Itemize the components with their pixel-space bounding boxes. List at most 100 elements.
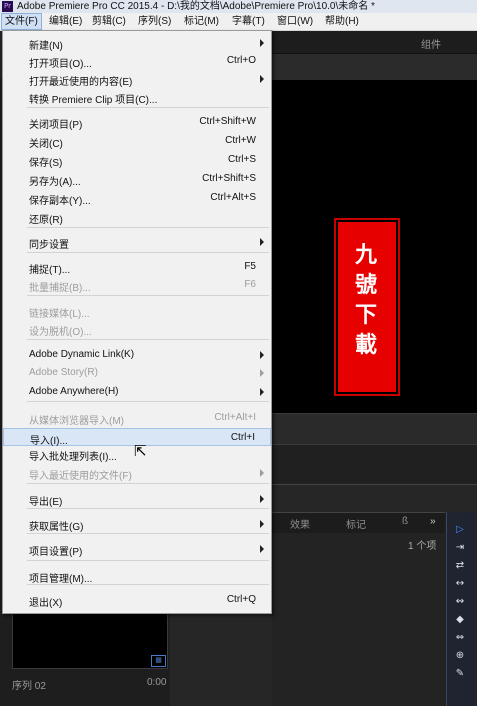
- rate-stretch-icon[interactable]: ↭: [452, 595, 468, 609]
- menu-item-shortcut: Ctrl+Q: [226, 594, 256, 605]
- menu-item-label: 退出(X): [29, 598, 63, 609]
- menu-marker[interactable]: 标记(M): [181, 13, 222, 30]
- mouse-cursor-icon: ⇱: [134, 442, 147, 460]
- selection-icon[interactable]: ▷: [452, 523, 468, 537]
- menu-item-label: 获取属性(G): [29, 522, 84, 533]
- menu-item-new[interactable]: 新建(N): [3, 34, 271, 52]
- menu-item-label: 同步设置: [29, 240, 69, 251]
- menu-item-label: 导入最近使用的文件(F): [29, 471, 132, 482]
- menu-item-label: Adobe Dynamic Link(K): [29, 349, 135, 360]
- menu-separator: [27, 339, 269, 340]
- workspace-label[interactable]: 组件: [421, 36, 441, 51]
- workspace-header: [272, 31, 477, 53]
- menu-item-shortcut: Ctrl+Shift+S: [202, 173, 256, 184]
- stamp-text: 九號下載: [354, 242, 377, 358]
- menu-file[interactable]: 文件(F): [1, 13, 42, 30]
- menu-separator: [27, 401, 269, 402]
- menu-item-label: 新建(N): [29, 41, 63, 52]
- menu-item-project-manager[interactable]: 项目管理(M)...: [3, 567, 271, 585]
- menu-item-capture[interactable]: 捕捉(T)... F5: [3, 258, 271, 276]
- menu-item-label: 项目管理(M)...: [29, 574, 93, 585]
- menu-item-get-properties[interactable]: 获取属性(G): [3, 515, 271, 533]
- menu-item-revert[interactable]: 还原(R): [3, 208, 271, 226]
- menu-item-sync-settings[interactable]: 同步设置: [3, 233, 271, 251]
- menu-separator: [27, 227, 269, 228]
- window-title: Adobe Premiere Pro CC 2015.4 - D:\我的文档\A…: [17, 1, 375, 12]
- menu-item-close[interactable]: 关闭(C) Ctrl+W: [3, 132, 271, 150]
- menu-item-shortcut: Ctrl+W: [225, 135, 256, 146]
- submenu-arrow-icon: [260, 238, 264, 246]
- menu-separator: [27, 560, 269, 561]
- menu-item-make-offline: 设为脱机(O)...: [3, 320, 271, 338]
- menu-separator: [27, 533, 269, 534]
- menu-item-save[interactable]: 保存(S) Ctrl+S: [3, 151, 271, 169]
- tab-beta[interactable]: ß: [402, 516, 408, 527]
- menu-item-import-recent-file: 导入最近使用的文件(F): [3, 464, 271, 482]
- menu-item-label: 项目设置(P): [29, 547, 83, 558]
- premiere-app-icon: Pr: [2, 1, 13, 12]
- tab-effects[interactable]: 效果: [290, 516, 310, 531]
- menu-item-project-settings[interactable]: 项目设置(P): [3, 540, 271, 558]
- slide-icon[interactable]: ⊕: [452, 649, 468, 663]
- submenu-arrow-icon: [260, 495, 264, 503]
- menu-item-exit[interactable]: 退出(X) Ctrl+Q: [3, 591, 271, 609]
- file-menu-dropdown: 新建(N) 打开项目(O)... Ctrl+O 打开最近使用的内容(E) 转换 Prem…: [2, 30, 272, 614]
- menu-window[interactable]: 窗口(W): [274, 13, 316, 30]
- pen-icon[interactable]: ✎: [452, 667, 468, 681]
- track-select-icon[interactable]: ⇥: [452, 541, 468, 555]
- tab-overflow-icon[interactable]: »: [430, 516, 436, 527]
- rolling-edit-icon[interactable]: ↔: [452, 577, 468, 591]
- slip-icon[interactable]: ⇔: [452, 631, 468, 645]
- menu-item-label: 转换 Premiere Clip 项目(C)...: [29, 95, 158, 106]
- submenu-arrow-icon: [260, 75, 264, 83]
- menu-item-adobe-anywhere[interactable]: Adobe Anywhere(H): [3, 383, 271, 401]
- ripple-edit-icon[interactable]: ⇄: [452, 559, 468, 573]
- submenu-arrow-icon: [260, 545, 264, 553]
- menu-item-open-project[interactable]: 打开项目(O)... Ctrl+O: [3, 52, 271, 70]
- menu-sequence[interactable]: 序列(S): [135, 13, 174, 30]
- menu-item-shortcut: F5: [244, 261, 256, 272]
- sequence-duration: 0:00: [147, 677, 167, 688]
- monitor-controls: [272, 413, 477, 444]
- submenu-arrow-icon: [260, 388, 264, 396]
- menu-edit[interactable]: 编辑(E): [46, 13, 85, 30]
- menu-item-convert-clip[interactable]: 转换 Premiere Clip 项目(C)...: [3, 88, 271, 106]
- menu-clip[interactable]: 剪辑(C): [89, 13, 129, 30]
- menu-item-export[interactable]: 导出(E): [3, 490, 271, 508]
- menu-item-adobe-story: Adobe Story(R): [3, 364, 271, 382]
- menu-item-open-recent[interactable]: 打开最近使用的内容(E): [3, 70, 271, 88]
- menu-item-label: 导入批处理列表(I)...: [29, 452, 117, 463]
- sequence-thumbnail[interactable]: [12, 612, 168, 669]
- menu-separator: [27, 252, 269, 253]
- submenu-arrow-icon: [260, 520, 264, 528]
- razor-icon[interactable]: ◆: [452, 613, 468, 627]
- menu-title[interactable]: 字幕(T): [229, 13, 268, 30]
- menu-item-label: 关闭项目(P): [29, 120, 83, 131]
- menu-item-label: 还原(R): [29, 215, 63, 226]
- menu-item-label: 打开项目(O)...: [29, 59, 92, 70]
- panel-tab-bar: 效果 标记 ß »: [272, 512, 445, 533]
- submenu-arrow-icon: [260, 351, 264, 359]
- menu-bar: 文件(F) 编辑(E) 剪辑(C) 序列(S) 标记(M) 字幕(T) 窗口(W…: [0, 13, 477, 31]
- menu-item-save-as[interactable]: 另存为(A)... Ctrl+Shift+S: [3, 170, 271, 188]
- submenu-arrow-icon: [260, 39, 264, 47]
- title-bar: Pr Adobe Premiere Pro CC 2015.4 - D:\我的文…: [0, 0, 477, 13]
- menu-item-label: 打开最近使用的内容(E): [29, 77, 133, 88]
- submenu-arrow-icon: [260, 469, 264, 477]
- menu-item-shortcut: Ctrl+S: [227, 154, 256, 165]
- sequence-name[interactable]: 序列 02: [12, 677, 46, 692]
- menu-item-shortcut: Ctrl+Alt+S: [210, 192, 256, 203]
- menu-separator: [27, 107, 269, 108]
- menu-separator: [27, 483, 269, 484]
- menu-item-shortcut: Ctrl+I: [230, 432, 255, 443]
- menu-item-label: Adobe Anywhere(H): [29, 386, 119, 397]
- menu-item-dynamic-link[interactable]: Adobe Dynamic Link(K): [3, 346, 271, 364]
- menu-item-label: 设为脱机(O)...: [29, 327, 92, 338]
- tab-markers[interactable]: 标记: [346, 516, 366, 531]
- menu-item-shortcut: Ctrl+O: [226, 55, 256, 66]
- menu-help[interactable]: 帮助(H): [322, 13, 362, 30]
- monitor-header: [272, 53, 477, 80]
- menu-item-save-copy[interactable]: 保存副本(Y)... Ctrl+Alt+S: [3, 189, 271, 207]
- sequence-badge-icon: ▦: [151, 655, 166, 667]
- menu-item-close-project[interactable]: 关闭项目(P) Ctrl+Shift+W: [3, 113, 271, 131]
